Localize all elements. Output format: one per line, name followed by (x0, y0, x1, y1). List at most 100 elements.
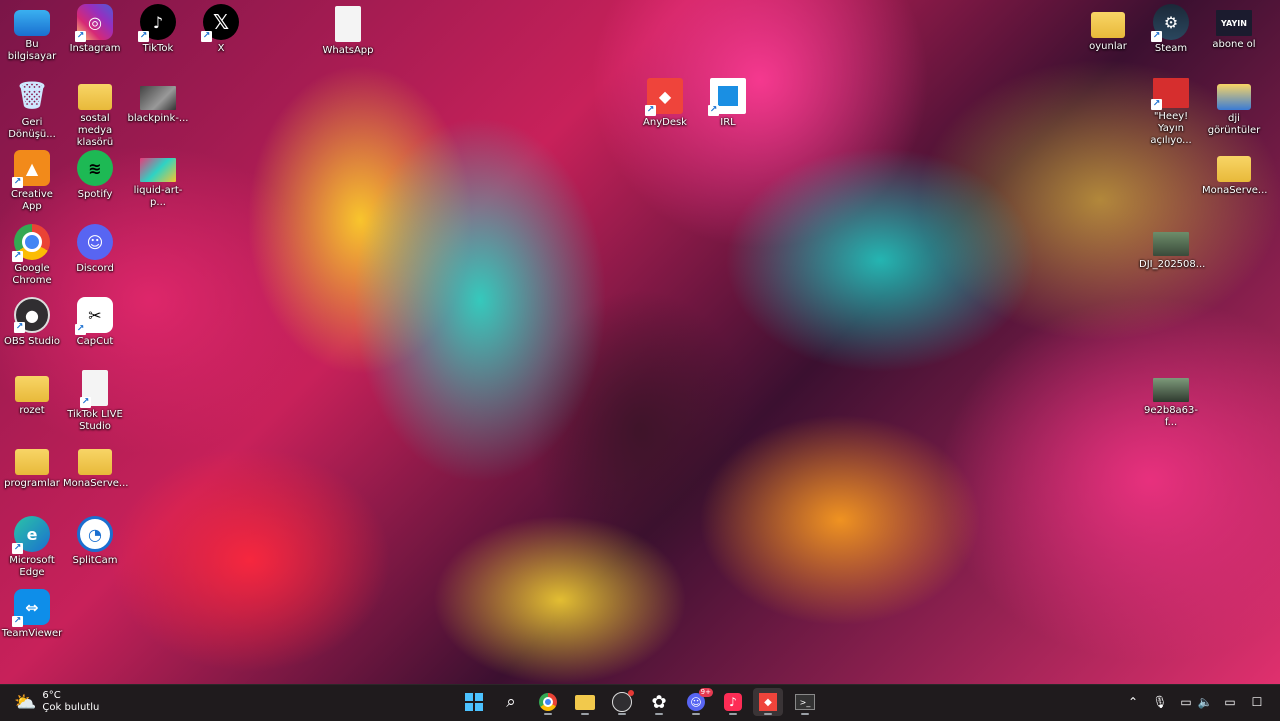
desktop-icon-label: TikTok LIVE Studio (67, 409, 123, 432)
desktop-icon-dji-folder[interactable]: dji görüntüler (1202, 78, 1266, 137)
desktop-icon-spotify[interactable]: ≋ Spotify (63, 150, 127, 201)
desktop-icon-9e2b-image[interactable]: 9e2b8a63-f... (1139, 370, 1203, 429)
desktop-icon-steam[interactable]: ⚙ ↗ Steam (1139, 4, 1203, 55)
folder-icon (78, 84, 112, 110)
teamviewer-icon: ⇔ ↗ (12, 589, 50, 627)
desktop-icon-programlar-folder[interactable]: programlar (0, 443, 64, 490)
folder-icon (15, 449, 49, 475)
yayin-text: YAYIN (1221, 18, 1247, 28)
desktop-icon-abone-ol[interactable]: YAYIN abone ol (1202, 6, 1266, 51)
microphone-icon[interactable]: 🎙 (1152, 694, 1168, 710)
desktop-icon-tiktok[interactable]: ♪ ↗ TikTok (126, 4, 190, 55)
taskbar-file-explorer[interactable] (570, 688, 600, 716)
desktop-icon-label: liquid-art-p... (133, 185, 183, 208)
desktop-icon-label: Creative App (11, 189, 53, 212)
desktop-icon-label: blackpink-... (127, 113, 189, 124)
computer-icon (14, 10, 50, 36)
desktop-icon-liquid-art-image[interactable]: liquid-art-p... (126, 150, 190, 209)
desktop-icon-label: Spotify (77, 189, 113, 200)
desktop-icon-label: Geri Dönüşü... (8, 117, 56, 140)
desktop-icon-label: rozet (19, 405, 45, 416)
discord-icon: ☺ (77, 224, 113, 260)
desktop-icon-oyunlar-folder[interactable]: oyunlar (1076, 6, 1140, 53)
desktop-icon-discord[interactable]: ☺ Discord (63, 224, 127, 275)
desktop-icon-capcut[interactable]: ✂ ↗ CapCut (63, 297, 127, 348)
desktop-icon-monaserver-folder[interactable]: MonaServe... (63, 443, 129, 490)
desktop-icon-label: Google Chrome (12, 263, 52, 286)
desktop-icon-heey-yayin[interactable]: ↗ "Heey! Yayın açılıyo... (1139, 78, 1203, 147)
tiktok-icon: ♪ (724, 693, 742, 711)
desktop-icon-creative-app[interactable]: ▲ ↗ Creative App (0, 150, 64, 213)
taskbar-chatgpt[interactable]: ✿ (644, 688, 674, 716)
splitcam-icon: ◔ (77, 516, 113, 552)
edge-icon: e ↗ (12, 516, 50, 554)
desktop-icon-tiktok-live-studio[interactable]: ↗ TikTok LIVE Studio (63, 370, 127, 433)
capcut-icon: ✂ ↗ (75, 297, 113, 335)
desktop-icon-whatsapp[interactable]: WhatsApp (316, 6, 380, 57)
desktop-icon-label: TikTok (142, 43, 174, 54)
desktop-icon-this-pc[interactable]: Bu bilgisayar (0, 6, 64, 63)
desktop-icon-splitcam[interactable]: ◔ SplitCam (63, 516, 127, 567)
taskbar-discord[interactable]: ☺ 9+ (681, 688, 713, 716)
folder-icon (1217, 156, 1251, 182)
weather-condition: Çok bulutlu (42, 702, 100, 713)
speaker-icon[interactable]: 🔈 (1197, 694, 1213, 710)
notification-icon[interactable]: ☐ (1249, 694, 1265, 710)
terminal-icon: >_ (795, 694, 815, 710)
chatgpt-icon: ✿ (651, 691, 667, 713)
desktop-icon-google-chrome[interactable]: ↗ Google Chrome (0, 224, 64, 287)
image-file-icon (1153, 378, 1189, 402)
desktop-icon-irl[interactable]: ↗ IRL (696, 78, 760, 129)
desktop-icon-label: CapCut (76, 336, 114, 347)
x-icon: 𝕏 ↗ (201, 4, 239, 42)
irl-icon: ↗ (708, 78, 746, 116)
desktop-icon-blackpink-image[interactable]: blackpink-... (126, 78, 190, 125)
desktop-icon-obs-studio[interactable]: ● ↗ OBS Studio (0, 297, 64, 348)
display-icon[interactable]: ▭ (1178, 694, 1194, 710)
desktop-icon-rozet-folder[interactable]: rozet (0, 370, 64, 417)
desktop-icon-label: SplitCam (72, 555, 118, 566)
desktop-icon-label: MonaServe... (63, 478, 129, 489)
desktop-icon-label: IRL (720, 117, 736, 128)
discord-icon: ☺ 9+ (687, 688, 713, 711)
desktop-icon-recycle-bin[interactable]: 🗑 Geri Dönüşü... (0, 78, 64, 141)
recycle-bin-icon: 🗑 (15, 81, 49, 111)
taskbar-terminal[interactable]: >_ (790, 688, 820, 716)
desktop-icon-label: Bu bilgisayar (7, 39, 57, 62)
desktop-icon-social-media-folder[interactable]: sostal medya klasörü (63, 78, 127, 149)
taskbar-obs[interactable] (607, 688, 637, 716)
taskbar-tiktok[interactable]: ♪ (718, 688, 748, 716)
taskbar-search-button[interactable]: ⌕ (496, 688, 526, 716)
steam-icon: ⚙ ↗ (1151, 4, 1189, 42)
obs-icon: ● ↗ (14, 297, 50, 333)
anydesk-icon: ◆ (759, 693, 777, 711)
desktop-icon-dji-image[interactable]: DJI_202508... (1139, 224, 1205, 271)
yayin-image-icon: YAYIN (1216, 10, 1252, 36)
desktop-icon-instagram[interactable]: ◎ ↗ Instagram (63, 4, 127, 55)
weather-widget[interactable]: ⛅ 6°C Çok bulutlu (14, 688, 99, 716)
chevron-up-icon[interactable]: ⌃ (1125, 694, 1141, 710)
search-icon: ⌕ (506, 692, 516, 712)
desktop-icon-microsoft-edge[interactable]: e ↗ Microsoft Edge (0, 516, 64, 579)
desktop-icon-label: oyunlar (1089, 41, 1127, 52)
desktop-icon-x[interactable]: 𝕏 ↗ X (189, 4, 253, 55)
desktop-icon-label: dji görüntüler (1207, 113, 1261, 136)
battery-icon[interactable]: ▭ (1220, 694, 1240, 710)
obs-icon (612, 690, 634, 712)
start-button[interactable] (459, 688, 489, 716)
red-image-icon: ↗ (1151, 78, 1189, 110)
desktop-icon-monaserver-folder-2[interactable]: MonaServe... (1202, 150, 1267, 197)
chrome-icon: ↗ (12, 224, 50, 262)
desktop-icon-label: sostal medya klasörü (76, 113, 114, 148)
taskbar-chrome[interactable] (533, 688, 563, 716)
desktop-icon-label: TeamViewer (1, 628, 63, 639)
taskbar (0, 684, 1280, 721)
desktop-icon-teamviewer[interactable]: ⇔ ↗ TeamViewer (0, 589, 64, 640)
desktop-icon-label: Steam (1154, 43, 1188, 54)
spotify-icon: ≋ (77, 150, 113, 186)
folder-icon (78, 449, 112, 475)
cloudy-weather-icon: ⛅ (14, 691, 37, 713)
whatsapp-file-icon (335, 6, 361, 42)
desktop-icon-anydesk[interactable]: ◆ ↗ AnyDesk (633, 78, 697, 129)
taskbar-anydesk[interactable]: ◆ (753, 688, 783, 716)
